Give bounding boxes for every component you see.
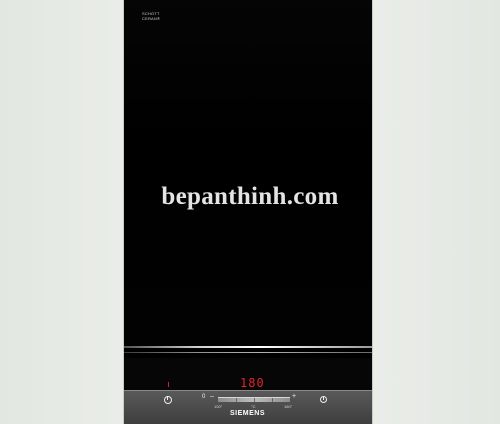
touch-control-bar: 0 – + 100° °C 160° SIEMENS [124,390,372,424]
chrome-trim-strip [124,346,372,348]
watermark-text: bepanthinh.com [161,183,339,210]
slider-tick [236,398,237,402]
plus-button[interactable]: + [292,393,296,400]
scale-min-label: 100° [214,404,223,409]
slider-tick [272,398,273,402]
scale-unit-label: °C [251,404,256,409]
zero-button[interactable]: 0 [202,394,205,400]
control-bar-edge [124,390,372,391]
temperature-slider[interactable] [218,397,290,402]
temperature-display: 180 [240,376,265,390]
slider-tick [254,398,255,402]
glass-surface [124,0,372,350]
chrome-trim-strip-lower [124,352,372,353]
schott-ceran-logo: SCHOTT CERAN® [142,11,160,21]
minus-button[interactable]: – [210,393,214,400]
induction-cooktop: SCHOTT CERAN® 180 0 – + 100° °C 160° SIE… [124,0,372,424]
siemens-logo: SIEMENS [230,410,266,417]
scale-max-label: 160° [284,404,293,409]
timer-icon[interactable] [320,396,327,403]
schott-logo-line2: CERAN® [142,16,161,21]
zone-indicator-light [168,382,169,387]
power-icon[interactable] [164,396,172,404]
control-panel: 180 0 – + 100° °C 160° SIEMENS [124,358,372,424]
